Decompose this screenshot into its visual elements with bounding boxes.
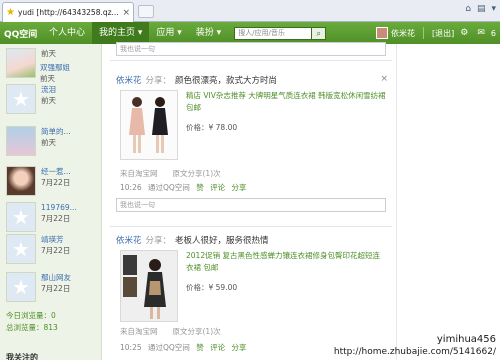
feed-divider xyxy=(110,60,392,61)
search-input[interactable]: 搜人/应用/音乐 xyxy=(234,26,313,40)
nav-item-decorate[interactable]: 装扮 ▾ xyxy=(189,22,228,44)
favicon-star-icon: ★ xyxy=(6,6,15,18)
visitor-name[interactable]: 流泪 xyxy=(41,84,56,95)
share-link[interactable]: 分享 xyxy=(232,183,247,192)
logout-link[interactable]: [退出] xyxy=(432,28,454,39)
visit-time: 7月22日 xyxy=(41,284,71,293)
feed: 我也说一句 依米花 分享： 颜色很漂亮，款式大方时尚 × 精店 VIV杂志推荐 大牌… xyxy=(110,42,392,360)
visitor-name[interactable]: 简单的... xyxy=(41,126,71,137)
qzone-logo[interactable]: QQ空间 xyxy=(0,27,42,40)
username[interactable]: 依米花 xyxy=(391,28,415,39)
nav-item-personal-center[interactable]: 个人中心 xyxy=(42,22,92,44)
home-icon[interactable]: ⌂ xyxy=(465,4,471,14)
watermark-username: yimihua456 xyxy=(436,334,496,345)
post-via: 通过QQ空间 xyxy=(148,183,190,192)
settings-icon[interactable]: ⚙ xyxy=(460,28,468,38)
visit-time: 前天 xyxy=(41,96,56,105)
post-header: 依米花 分享： 老板人很好，服务很热情 xyxy=(116,234,269,246)
product-title[interactable]: 2012促销 复古黑色性感蝉力镶连衣裙修身包臀印花超短连衣裙 包邮 xyxy=(186,250,386,274)
avatar[interactable] xyxy=(376,27,389,39)
default-avatar-star-icon[interactable]: ★ xyxy=(6,272,36,302)
browser-toolbar-icons: ⌂ ▤ ▾ xyxy=(465,4,496,14)
tab-title: yudi [http://64343258.qz... xyxy=(17,8,119,17)
mail-icon[interactable]: ✉ xyxy=(477,28,485,38)
product-price: 价格：¥ 78.00 xyxy=(186,123,238,132)
browser-tab[interactable]: ★ yudi [http://64343258.qz... × xyxy=(2,2,134,22)
post-author[interactable]: 依米花 xyxy=(116,236,142,246)
visitor-item[interactable]: ★ 流泪 前天 xyxy=(6,84,56,114)
default-avatar-star-icon[interactable]: ★ xyxy=(6,84,36,114)
visitor-sidebar: 前天 双强鄢姐 前天 ★ 流泪 前天 简单的... 前天 经一惹... 7月22日 ★ … xyxy=(0,44,102,360)
product-image[interactable] xyxy=(120,90,178,160)
user-area: 依米花 [退出] ⚙ ✉ 6 xyxy=(376,27,500,39)
post-via: 通过QQ空间 xyxy=(148,343,190,352)
post-time: 10:25 xyxy=(120,343,142,352)
visitor-item[interactable]: ★ 鄢山网友 7月22日 xyxy=(6,272,71,302)
comment-link[interactable]: 评论 xyxy=(210,343,225,352)
following-heading: 我关注的 xyxy=(6,353,38,360)
visitor-avatar[interactable] xyxy=(6,126,36,156)
comment-input[interactable]: 我也说一句 xyxy=(116,42,386,56)
feed-icon[interactable]: ▤ xyxy=(477,4,486,14)
comment-input[interactable]: 我也说一句 xyxy=(116,198,386,212)
comment-link[interactable]: 评论 xyxy=(210,183,225,192)
page-menu-icon[interactable]: ▾ xyxy=(491,4,496,14)
visit-time: 前天 xyxy=(41,49,56,58)
visit-time: 前天 xyxy=(41,138,56,147)
post-time: 10:26 xyxy=(120,183,142,192)
post-author[interactable]: 依米花 xyxy=(116,76,142,86)
post-actions: 10:26 通过QQ空间 赞 评论 分享 xyxy=(120,182,247,193)
post-actions: 10:25 通过QQ空间 赞 评论 分享 xyxy=(120,342,247,353)
post-text: 老板人很好，服务很热情 xyxy=(175,236,269,246)
nav-item-my-home[interactable]: 我的主页 ▾ xyxy=(92,22,150,44)
post-verb: 分享： xyxy=(145,76,172,86)
right-panel xyxy=(396,44,500,360)
post-verb: 分享： xyxy=(145,236,172,246)
visitor-item[interactable]: 经一惹... 7月22日 xyxy=(6,166,71,196)
mail-count: 6 xyxy=(490,28,496,38)
post-source: 来自淘宝网 原文分享(1)次 xyxy=(120,327,221,336)
product-title[interactable]: 精店 VIV杂志推荐 大牌明星气质连衣裙 韩版宽松休闲雪纺裙 包邮 xyxy=(186,90,386,114)
post-text: 颜色很漂亮，款式大方时尚 xyxy=(175,76,278,86)
visitor-item[interactable]: ★ 119769... 7月22日 xyxy=(6,202,77,232)
visit-stats: 今日浏览量：0 总浏览量：813 xyxy=(6,310,58,334)
feed-divider xyxy=(110,226,392,227)
total-visits: 总浏览量：813 xyxy=(6,323,58,332)
share-link[interactable]: 分享 xyxy=(232,343,247,352)
visit-time: 7月22日 xyxy=(41,214,71,223)
visitor-item[interactable]: ★ 靖瑛芳 7月22日 xyxy=(6,234,70,264)
product-image[interactable] xyxy=(120,250,178,322)
visitor-item[interactable]: 简单的... 前天 xyxy=(6,126,71,156)
post-source: 来自淘宝网 原文分享(1)次 xyxy=(120,169,221,178)
like-link[interactable]: 赞 xyxy=(196,343,204,352)
default-avatar-star-icon[interactable]: ★ xyxy=(6,202,36,232)
browser-tab-bar: ★ yudi [http://64343258.qz... × ⌂ ▤ ▾ xyxy=(0,0,500,22)
search-button[interactable]: ⌕ xyxy=(312,26,327,40)
qzone-nav-bar: QQ空间 个人中心 我的主页 ▾ 应用 ▾ 装扮 ▾ 搜人/应用/音乐 ⌕ 依米… xyxy=(0,22,500,44)
visitor-name[interactable]: 双强鄢姐 xyxy=(40,62,70,73)
visitor-avatar[interactable] xyxy=(6,48,36,78)
default-avatar-star-icon[interactable]: ★ xyxy=(6,234,36,264)
visitor-avatar[interactable] xyxy=(6,166,36,196)
today-visits: 今日浏览量：0 xyxy=(6,311,56,320)
new-tab-button[interactable] xyxy=(138,5,154,18)
post-header: 依米花 分享： 颜色很漂亮，款式大方时尚 xyxy=(116,74,277,86)
visitor-name[interactable]: 119769... xyxy=(41,202,77,213)
product-price: 价格：¥ 59.00 xyxy=(186,283,238,292)
visit-time: 7月22日 xyxy=(41,178,71,187)
watermark-url: http://home.zhubajie.com/5141662/ xyxy=(333,347,496,357)
tab-close-icon[interactable]: × xyxy=(122,8,130,18)
nav-item-apps[interactable]: 应用 ▾ xyxy=(149,22,188,44)
visitor-item[interactable]: 双强鄢姐 前天 xyxy=(40,62,70,84)
like-link[interactable]: 赞 xyxy=(196,183,204,192)
visitor-name[interactable]: 经一惹... xyxy=(41,166,71,177)
visitor-name[interactable]: 鄢山网友 xyxy=(41,272,71,283)
visitor-name[interactable]: 靖瑛芳 xyxy=(41,234,70,245)
divider xyxy=(423,27,425,39)
visit-time: 前天 xyxy=(40,74,55,83)
visit-time: 7月22日 xyxy=(41,246,71,255)
close-icon[interactable]: × xyxy=(380,74,388,84)
